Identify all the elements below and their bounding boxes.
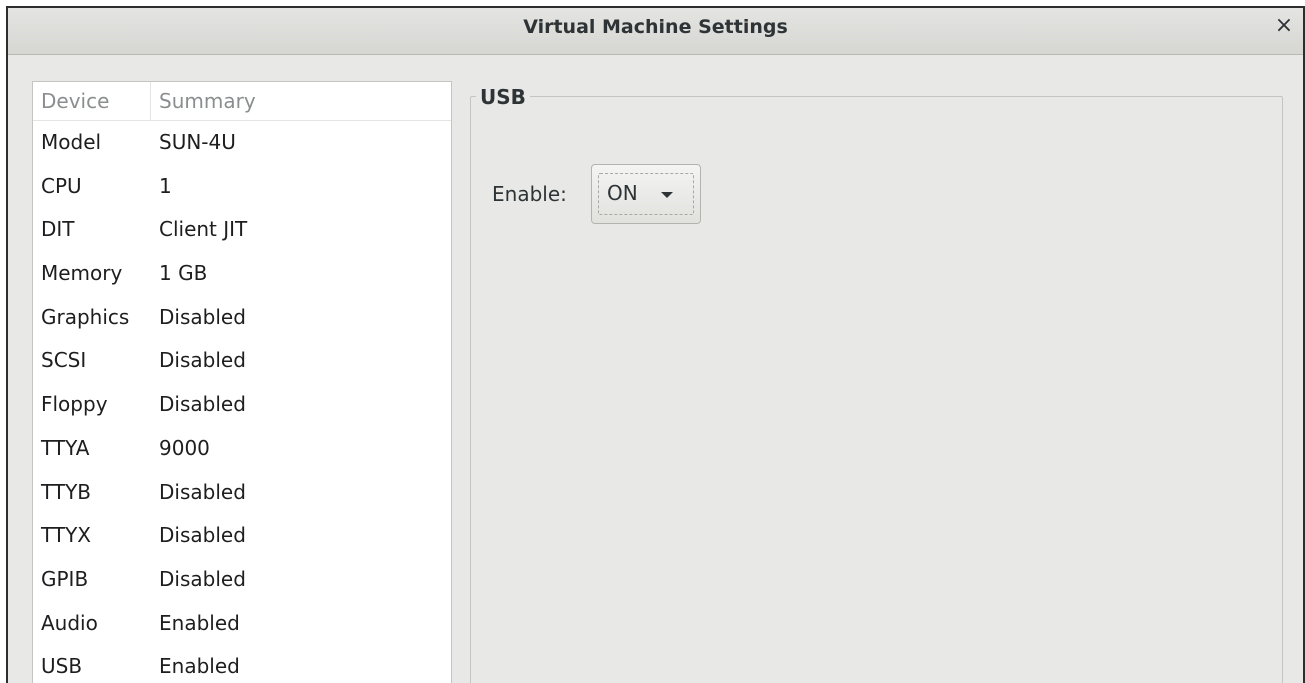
device-summary: Disabled: [159, 523, 246, 548]
column-header-device[interactable]: Device: [33, 82, 151, 120]
device-row-audio[interactable]: Audio Enabled: [33, 602, 451, 646]
device-summary: Disabled: [159, 348, 246, 373]
device-list[interactable]: Device Summary Model SUN-4U CPU 1 DIT Client …: [32, 81, 452, 683]
device-name: TTYB: [41, 479, 92, 504]
device-summary: Disabled: [159, 392, 246, 417]
device-row-floppy[interactable]: Floppy Disabled: [33, 383, 451, 427]
device-name: Memory: [41, 261, 123, 286]
device-row-scsi[interactable]: SCSI Disabled: [33, 339, 451, 383]
device-row-model[interactable]: Model SUN-4U: [33, 121, 451, 165]
device-summary: SUN-4U: [159, 130, 236, 154]
device-row-dit[interactable]: DIT Client JIT: [33, 208, 451, 252]
column-header-summary[interactable]: Summary: [151, 82, 451, 120]
device-row-gpib[interactable]: GPIB Disabled: [33, 558, 451, 602]
device-name: DIT: [41, 217, 75, 242]
device-summary: Disabled: [159, 479, 246, 504]
device-summary: Enabled: [159, 654, 240, 679]
device-summary: 1 GB: [159, 261, 208, 286]
device-list-header: Device Summary: [33, 82, 451, 121]
device-name: Graphics: [41, 304, 130, 329]
device-row-cpu[interactable]: CPU 1: [33, 165, 451, 209]
device-name: Model: [41, 130, 102, 154]
device-row-ttyx[interactable]: TTYX Disabled: [33, 514, 451, 558]
device-name: GPIB: [41, 566, 89, 591]
device-name: USB: [41, 654, 83, 679]
title-bar[interactable]: Virtual Machine Settings ×: [8, 8, 1303, 55]
chevron-down-icon: [661, 192, 673, 198]
device-rows: Model SUN-4U CPU 1 DIT Client JIT Memory 1 GB Gr…: [33, 121, 451, 683]
enable-label: Enable:: [492, 182, 567, 206]
settings-window: Virtual Machine Settings × Device Summar…: [6, 6, 1305, 683]
device-summary: 1: [159, 173, 172, 198]
device-name: Floppy: [41, 392, 108, 417]
device-row-ttyb[interactable]: TTYB Disabled: [33, 471, 451, 515]
device-name: CPU: [41, 173, 82, 198]
device-summary: 9000: [159, 435, 210, 460]
enable-dropdown[interactable]: ON: [591, 164, 701, 224]
device-row-memory[interactable]: Memory 1 GB: [33, 252, 451, 296]
device-summary: Client JIT: [159, 217, 248, 242]
device-name: Audio: [41, 610, 98, 635]
enable-dropdown-value: ON: [607, 181, 638, 205]
device-name: SCSI: [41, 348, 87, 373]
device-summary: Disabled: [159, 566, 246, 591]
device-row-ttya[interactable]: TTYA 9000: [33, 427, 451, 471]
window-title: Virtual Machine Settings: [523, 16, 788, 38]
device-name: TTYX: [41, 523, 91, 548]
close-icon[interactable]: ×: [1273, 14, 1295, 38]
device-summary: Enabled: [159, 610, 240, 635]
device-row-usb[interactable]: USB Enabled: [33, 645, 451, 683]
device-row-graphics[interactable]: Graphics Disabled: [33, 296, 451, 340]
device-summary: Disabled: [159, 304, 246, 329]
device-name: TTYA: [41, 435, 90, 460]
usb-frame-title: USB: [476, 86, 530, 108]
